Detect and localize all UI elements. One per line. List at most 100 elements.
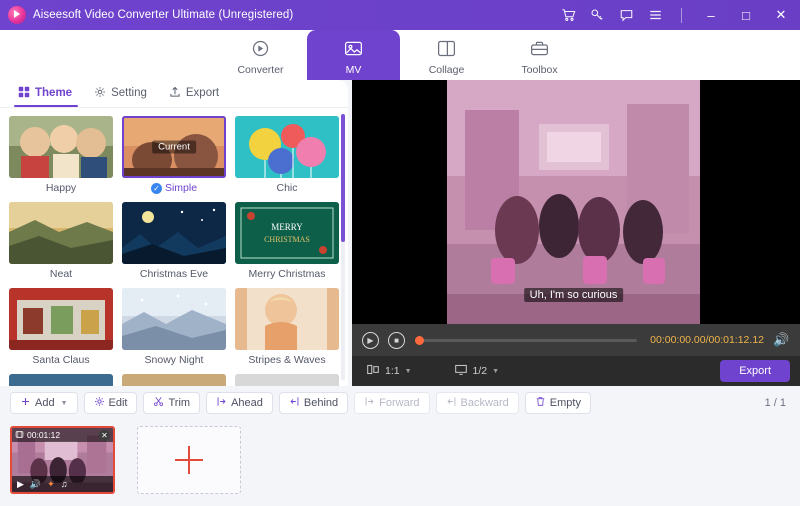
menu-icon[interactable] — [647, 7, 663, 23]
clip-duration: 00:01:12 — [27, 430, 60, 440]
behind-button[interactable]: Behind — [279, 392, 348, 414]
theme-panel: Theme Setting Expo — [0, 80, 348, 386]
maximize-button[interactable]: □ — [735, 4, 757, 26]
theme-caption: Stripes & Waves — [235, 354, 339, 366]
theme-item-christmas-eve[interactable]: Christmas Eve — [122, 202, 226, 280]
grid-icon — [18, 86, 30, 101]
aspect-ratio-selector[interactable]: 1:1 ▼ — [362, 361, 416, 381]
clip-close-icon[interactable]: ✕ — [99, 430, 110, 441]
theme-thumbnail[interactable] — [235, 288, 339, 350]
theme-thumbnail[interactable] — [122, 288, 226, 350]
forward-icon — [364, 396, 375, 410]
video-frame: Uh, I'm so curious — [447, 80, 700, 324]
tab-toolbox[interactable]: Toolbox — [493, 30, 586, 80]
video-subtitle: Uh, I'm so curious — [524, 288, 624, 302]
theme-thumbnail[interactable] — [9, 116, 113, 178]
collage-icon — [436, 38, 457, 62]
theme-caption: Merry Christmas — [235, 268, 339, 280]
page-indicator: 1 / 1 — [765, 397, 790, 409]
close-button[interactable]: ✕ — [770, 4, 792, 26]
tab-collage[interactable]: Collage — [400, 30, 493, 80]
add-button-label: Add — [35, 397, 55, 409]
zoom-ratio-value: 1/2 — [473, 365, 488, 377]
message-icon[interactable] — [618, 7, 634, 23]
storyboard-clip[interactable]: 00:01:12 ✕ ▶ 🔊 ✦ ♫ — [10, 426, 115, 494]
trash-icon — [535, 396, 546, 410]
minimize-button[interactable]: – — [700, 4, 722, 26]
backward-button[interactable]: Backward — [436, 392, 519, 414]
theme-thumbnail[interactable] — [9, 288, 113, 350]
tab-mv-label: MV — [346, 64, 362, 76]
theme-item-neat[interactable]: Neat — [9, 202, 113, 280]
converter-icon — [250, 38, 271, 62]
plus-icon — [175, 446, 203, 474]
theme-caption: Neat — [9, 268, 113, 280]
forward-button[interactable]: Forward — [354, 392, 429, 414]
clip-effect-icon[interactable]: ✦ — [47, 479, 55, 490]
clip-volume-icon[interactable]: 🔊 — [30, 479, 41, 490]
playback-timeline[interactable] — [418, 339, 637, 342]
theme-thumbnail[interactable] — [235, 374, 339, 386]
theme-item-happy[interactable]: Happy — [9, 116, 113, 194]
theme-thumbnail[interactable] — [122, 374, 226, 386]
player-controls: ▶ ■ 00:00:00.00/00:01:12.12 🔊 — [352, 324, 800, 356]
svg-text:CHRISTMAS: CHRISTMAS — [264, 235, 310, 244]
zoom-selector[interactable]: 1/2 ▼ — [450, 361, 504, 381]
theme-item-partial-1[interactable] — [9, 374, 113, 386]
gear-icon — [94, 86, 106, 101]
clip-toolbar: Add ▼ Edit Trim — [0, 390, 800, 416]
add-media-slot[interactable] — [137, 426, 241, 494]
export-icon — [169, 86, 181, 101]
aspect-icon — [366, 363, 380, 379]
theme-item-partial-3[interactable] — [235, 374, 339, 386]
ahead-button[interactable]: Ahead — [206, 392, 273, 414]
video-preview[interactable]: Uh, I'm so curious — [352, 80, 800, 324]
empty-button[interactable]: Empty — [525, 392, 591, 414]
theme-current-badge: Current — [152, 141, 196, 154]
cart-icon[interactable] — [560, 7, 576, 23]
theme-thumbnail[interactable] — [9, 374, 113, 386]
theme-item-simple[interactable]: Current ✓ Simple — [122, 116, 226, 194]
subtab-export[interactable]: Export — [161, 82, 229, 106]
forward-button-label: Forward — [379, 397, 419, 409]
film-icon — [15, 430, 24, 441]
clip-play-icon[interactable]: ▶ — [17, 479, 24, 490]
subtab-setting[interactable]: Setting — [86, 82, 157, 106]
subtab-theme[interactable]: Theme — [10, 82, 82, 106]
theme-caption: Snowy Night — [122, 354, 226, 366]
add-button[interactable]: Add ▼ — [10, 392, 78, 414]
trim-button[interactable]: Trim — [143, 392, 200, 414]
playhead-handle[interactable] — [415, 336, 424, 345]
panel-subtabs: Theme Setting Expo — [0, 80, 348, 108]
stop-icon[interactable]: ■ — [388, 332, 405, 349]
key-icon[interactable] — [589, 7, 605, 23]
theme-item-stripes-waves[interactable]: Stripes & Waves — [235, 288, 339, 366]
theme-scrollbar-thumb[interactable] — [341, 114, 345, 242]
backward-button-label: Backward — [461, 397, 509, 409]
theme-thumbnail[interactable] — [9, 202, 113, 264]
theme-thumbnail[interactable] — [235, 116, 339, 178]
theme-item-partial-2[interactable] — [122, 374, 226, 386]
chevron-down-icon[interactable]: ▼ — [405, 368, 412, 375]
tab-mv[interactable]: MV — [307, 30, 400, 80]
tab-converter-label: Converter — [237, 64, 283, 76]
ahead-button-label: Ahead — [231, 397, 263, 409]
window-title: Aiseesoft Video Converter Ultimate (Unre… — [33, 9, 293, 21]
clip-audio-icon[interactable]: ♫ — [61, 479, 68, 489]
export-button[interactable]: Export — [720, 360, 790, 382]
edit-button[interactable]: Edit — [84, 392, 138, 414]
volume-icon[interactable]: 🔊 — [773, 332, 790, 349]
theme-thumbnail-selected[interactable]: Current — [122, 116, 226, 178]
tab-converter[interactable]: Converter — [214, 30, 307, 80]
theme-thumbnail[interactable] — [122, 202, 226, 264]
chevron-down-icon[interactable]: ▼ — [492, 368, 499, 375]
theme-item-merry-christmas[interactable]: MERRY CHRISTMAS Merry Christmas — [235, 202, 339, 280]
theme-item-chic[interactable]: Chic — [235, 116, 339, 194]
theme-item-santa-claus[interactable]: Santa Claus — [9, 288, 113, 366]
theme-item-snowy-night[interactable]: Snowy Night — [122, 288, 226, 366]
theme-thumbnail[interactable]: MERRY CHRISTMAS — [235, 202, 339, 264]
behind-icon — [289, 396, 300, 410]
chevron-down-icon[interactable]: ▼ — [61, 400, 68, 407]
theme-list: Happy Current — [0, 108, 348, 386]
play-icon[interactable]: ▶ — [362, 332, 379, 349]
